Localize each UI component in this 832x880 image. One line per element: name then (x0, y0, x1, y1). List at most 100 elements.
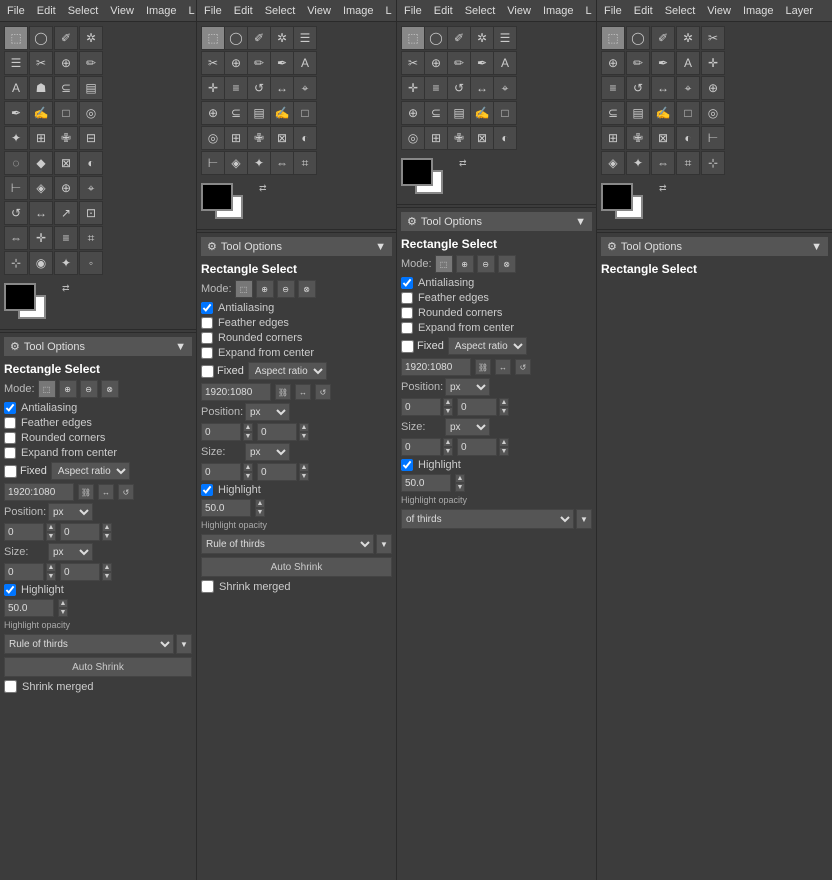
menu-edit-3[interactable]: Edit (431, 5, 456, 17)
tool4-clone[interactable]: ⊞ (601, 126, 625, 150)
position-unit-3[interactable]: px (445, 378, 490, 396)
tool2-ellipse[interactable]: ◯ (224, 26, 248, 50)
dim-reset-icon-2[interactable]: ↺ (315, 384, 331, 400)
tool3-rotate[interactable]: ↺ (447, 76, 471, 100)
tool4-magic[interactable]: ✲ (676, 26, 700, 50)
menu-file-3[interactable]: File (401, 5, 425, 17)
menu-l-2[interactable]: L (383, 5, 395, 17)
dim-reset-icon-3[interactable]: ↺ (515, 359, 531, 375)
highlight-check-2[interactable] (201, 484, 213, 496)
rule-select-1[interactable]: Rule of thirds Golden sections Diagonal … (4, 634, 174, 654)
menu-l-3[interactable]: L (583, 5, 595, 17)
size-y-up-1[interactable]: ▲ (102, 563, 112, 572)
highlight-check-3[interactable] (401, 459, 413, 471)
tool2-measure[interactable]: ⊢ (201, 151, 225, 175)
tool-ellipse-select[interactable]: ◯ (29, 26, 53, 50)
tool2-free[interactable]: ✐ (247, 26, 271, 50)
tool2-clone[interactable]: ⊞ (224, 126, 248, 150)
size-x-input-3[interactable] (401, 438, 441, 456)
expand-center-check-1[interactable] (4, 447, 16, 459)
mode-btn-add-2[interactable]: ⊕ (256, 280, 274, 298)
dim-swap-icon-1[interactable]: ↔ (98, 484, 114, 500)
tool4-bucket[interactable]: ⊆ (601, 101, 625, 125)
swap-color-icon-4[interactable]: ⇄ (659, 183, 667, 194)
tool3-ellipse[interactable]: ◯ (424, 26, 448, 50)
opacity-down-3[interactable]: ▼ (455, 483, 465, 492)
pos-x-up-3[interactable]: ▲ (443, 398, 453, 407)
fg-bg-box-3[interactable] (401, 158, 451, 198)
mode-btn-intersect-3[interactable]: ⊗ (498, 255, 516, 273)
tool3-smudge[interactable]: ⊠ (470, 126, 494, 150)
tool3-bucket[interactable]: ⊆ (424, 101, 448, 125)
tool3-path[interactable]: ✏ (447, 51, 471, 75)
tool4-zoom[interactable]: ⊕ (701, 76, 725, 100)
tool-dodge[interactable]: ◐ (79, 151, 103, 175)
dim-reset-icon-1[interactable]: ↺ (118, 484, 134, 500)
tool3-magic[interactable]: ✲ (470, 26, 494, 50)
menu-select-4[interactable]: Select (662, 5, 699, 17)
shrink-merged-check-2[interactable] (201, 580, 214, 593)
tool-blur[interactable]: ◌ (4, 151, 28, 175)
tool-options-collapse-1[interactable]: ▼ (175, 341, 186, 353)
menu-view-3[interactable]: View (504, 5, 534, 17)
antialiasing-check-2[interactable] (201, 302, 213, 314)
pos-x-input-1[interactable] (4, 523, 44, 541)
tool2-scale[interactable]: ↔ (270, 76, 294, 100)
size-y-input-1[interactable] (60, 563, 100, 581)
tool3-dodge[interactable]: ◐ (493, 126, 517, 150)
menu-image-2[interactable]: Image (340, 5, 377, 17)
auto-shrink-btn-2[interactable]: Auto Shrink (201, 557, 392, 577)
tool4-pencil[interactable]: ✒ (651, 51, 675, 75)
tool3-move[interactable]: ✛ (401, 76, 425, 100)
fixed-check-2[interactable] (201, 365, 214, 378)
tool-crop[interactable]: ⌖ (79, 176, 103, 200)
tool-rotate[interactable]: ↺ (4, 201, 28, 225)
feather-edges-check-2[interactable] (201, 317, 213, 329)
tool-eraser[interactable]: □ (54, 101, 78, 125)
tool3-brush[interactable]: ✍ (470, 101, 494, 125)
tool2-heal[interactable]: ✙ (247, 126, 271, 150)
mode-btn-subtract-1[interactable]: ⊖ (80, 380, 98, 398)
tool-paint[interactable]: ☗ (29, 76, 53, 100)
dimensions-input-2[interactable] (201, 383, 271, 401)
fg-color-1[interactable] (4, 283, 36, 311)
menu-view-4[interactable]: View (704, 5, 734, 17)
size-unit-2[interactable]: px (245, 443, 290, 461)
highlight-opacity-input-3[interactable] (401, 474, 451, 492)
mode-btn-replace-1[interactable]: ⬚ (38, 380, 56, 398)
menu-layer-4[interactable]: Layer (783, 5, 817, 17)
tool-warp[interactable]: ⌗ (79, 226, 103, 250)
tool2-fg[interactable]: ⊕ (224, 51, 248, 75)
tool-color-picker[interactable]: ◈ (29, 176, 53, 200)
tool3-airbrush[interactable]: ◎ (401, 126, 425, 150)
tool2-flip[interactable]: ⇔ (270, 151, 294, 175)
fixed-check-3[interactable] (401, 340, 414, 353)
fg-color-3[interactable] (401, 158, 433, 186)
tool2-gradient[interactable]: ▤ (247, 101, 271, 125)
tool4-move[interactable]: ✛ (701, 51, 725, 75)
tool-bucket[interactable]: ⊆ (54, 76, 78, 100)
tool4-dodge[interactable]: ◐ (676, 126, 700, 150)
position-unit-1[interactable]: px (48, 503, 93, 521)
fg-color-4[interactable] (601, 183, 633, 211)
tool2-text[interactable]: A (293, 51, 317, 75)
position-unit-2[interactable]: px (245, 403, 290, 421)
tool-clone[interactable]: ⊞ (29, 126, 53, 150)
tool3-scale[interactable]: ↔ (470, 76, 494, 100)
tool-extra1[interactable]: ⊹ (4, 251, 28, 275)
opacity-up-1[interactable]: ▲ (58, 599, 68, 608)
menu-image-1[interactable]: Image (143, 5, 180, 17)
opacity-up-3[interactable]: ▲ (455, 474, 465, 483)
menu-image-4[interactable]: Image (740, 5, 777, 17)
size-y-up-2[interactable]: ▲ (299, 463, 309, 472)
tool4-eraser[interactable]: □ (676, 101, 700, 125)
auto-shrink-btn-1[interactable]: Auto Shrink (4, 657, 192, 677)
opacity-up-2[interactable]: ▲ (255, 499, 265, 508)
highlight-opacity-input-1[interactable] (4, 599, 54, 617)
tool-measure[interactable]: ⊢ (4, 176, 28, 200)
pos-x-input-2[interactable] (201, 423, 241, 441)
tool3-zoom[interactable]: ⊕ (401, 101, 425, 125)
tool-options-header-1[interactable]: ⚙ Tool Options ▼ (4, 337, 192, 356)
tool4-fg[interactable]: ⊕ (601, 51, 625, 75)
highlight-check-1[interactable] (4, 584, 16, 596)
